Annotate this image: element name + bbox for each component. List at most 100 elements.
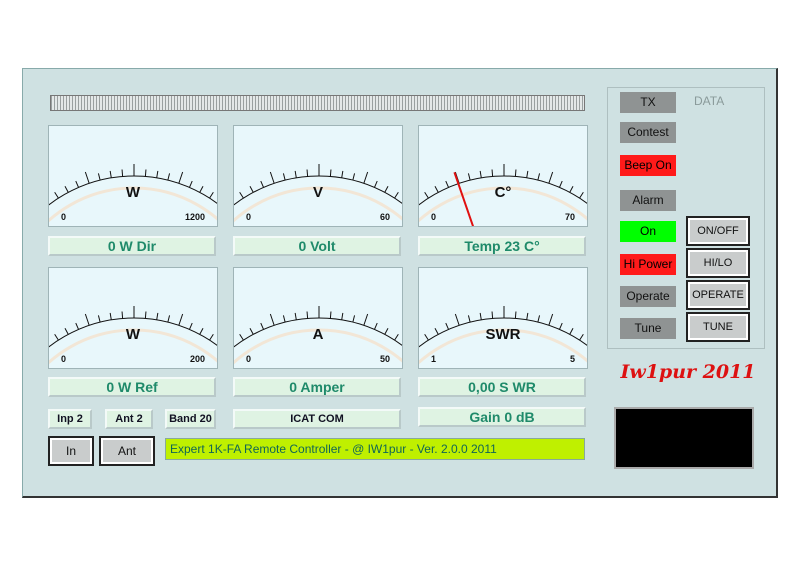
- dial-tick: [121, 311, 124, 319]
- meter-min: 0: [431, 212, 437, 222]
- meter-forward-power: W 0 1200: [48, 125, 218, 227]
- meter-max: 50: [379, 354, 390, 364]
- beep-on-indicator: Beep On: [620, 155, 676, 176]
- meter-min: 0: [61, 354, 67, 364]
- dial-tick: [84, 313, 90, 326]
- dial-tick: [144, 169, 147, 177]
- meter-dial: [234, 306, 402, 365]
- meter-max: 5: [569, 354, 575, 364]
- icat-com-label: ICAT COM: [233, 409, 401, 429]
- operate-indicator: Operate: [620, 286, 676, 307]
- meter-max: 60: [379, 212, 390, 222]
- meter-max: 70: [564, 212, 575, 222]
- meter-max: 200: [189, 354, 205, 364]
- meter-reflected-power: W 0 200: [48, 267, 218, 369]
- dial-tick: [491, 311, 494, 319]
- operate-button[interactable]: OPERATE: [686, 280, 750, 310]
- dial-tick: [306, 169, 309, 177]
- meter-dial: [419, 164, 587, 226]
- dial-tick: [467, 315, 471, 323]
- readout-forward-power: 0 W Dir: [48, 236, 216, 256]
- meter-unit: SWR: [485, 326, 521, 343]
- meter-unit: C°: [494, 184, 512, 201]
- control-panel: TX DATA Contest Beep On Alarm On Hi Powe…: [607, 87, 765, 349]
- meter-temperature: C° 0 70: [418, 125, 588, 227]
- meter-min: 0: [61, 212, 67, 222]
- meter-swr: SWR 1 5: [418, 267, 588, 369]
- brand-logo: Iw1pur 2011: [620, 361, 756, 383]
- dial-tick: [121, 169, 124, 177]
- hi-power-indicator: Hi Power: [620, 254, 676, 275]
- dial-tick: [167, 315, 171, 323]
- on-off-button[interactable]: ON/OFF: [686, 216, 750, 246]
- on-indicator: On: [620, 221, 676, 242]
- contest-indicator: Contest: [620, 122, 676, 143]
- gain-readout: Gain 0 dB: [418, 407, 586, 427]
- meter-dial: [419, 306, 587, 365]
- dial-tick: [454, 313, 460, 326]
- dial-tick: [352, 315, 356, 323]
- status-bar: Expert 1K-FA Remote Controller - @ IW1pu…: [165, 438, 585, 460]
- meter-dial: [234, 164, 402, 223]
- data-indicator: DATA: [694, 94, 725, 108]
- meter-voltage: V 0 60: [233, 125, 403, 227]
- dial-tick: [109, 170, 112, 178]
- meter-unit: W: [125, 326, 141, 343]
- readout-voltage: 0 Volt: [233, 236, 401, 256]
- input-label: Inp 2: [48, 409, 92, 429]
- dial-tick: [352, 173, 356, 181]
- dial-tick: [341, 170, 344, 178]
- dial-tick: [178, 313, 184, 326]
- dial-tick: [156, 170, 159, 178]
- meter-current: A 0 50: [233, 267, 403, 369]
- input-button[interactable]: In: [48, 436, 94, 466]
- meter-min: 1: [431, 354, 437, 364]
- readout-swr: 0,00 S WR: [418, 377, 586, 397]
- dial-tick: [491, 169, 494, 177]
- signal-bar: [50, 95, 585, 111]
- dial-tick: [294, 312, 297, 320]
- tx-indicator: TX: [620, 92, 676, 113]
- dial-tick: [363, 171, 369, 184]
- meter-unit: A: [312, 326, 324, 343]
- dial-tick: [526, 170, 529, 178]
- dial-tick: [178, 171, 184, 184]
- band-label: Band 20: [165, 409, 216, 429]
- dial-tick: [329, 169, 332, 177]
- dial-tick: [97, 315, 101, 323]
- dial-tick: [341, 312, 344, 320]
- dial-tick: [269, 313, 275, 326]
- dial-tick: [282, 173, 286, 181]
- dial-tick: [109, 312, 112, 320]
- dial-tick: [526, 312, 529, 320]
- dial-tick: [144, 311, 147, 319]
- antenna-button[interactable]: Ant: [99, 436, 155, 466]
- readout-temperature: Temp 23 C°: [418, 236, 586, 256]
- dial-tick: [537, 315, 541, 323]
- dial-tick: [329, 311, 332, 319]
- dial-tick: [467, 173, 471, 181]
- dial-tick: [84, 171, 90, 184]
- readout-reflected-power: 0 W Ref: [48, 377, 216, 397]
- dial-tick: [479, 170, 482, 178]
- alarm-indicator: Alarm: [620, 190, 676, 211]
- dial-tick: [537, 173, 541, 181]
- dial-tick: [514, 311, 517, 319]
- dial-tick: [514, 169, 517, 177]
- dial-tick: [282, 315, 286, 323]
- dial-tick: [167, 173, 171, 181]
- dial-tick: [548, 313, 554, 326]
- tune-button[interactable]: TUNE: [686, 312, 750, 342]
- dial-tick: [479, 312, 482, 320]
- dial-tick: [548, 171, 554, 184]
- antenna-label: Ant 2: [105, 409, 153, 429]
- meter-max: 1200: [184, 212, 205, 222]
- main-window: W 0 1200 V 0 60 C° 0 70 0 W Dir 0 Volt T…: [22, 68, 778, 498]
- hi-lo-button[interactable]: HI/LO: [686, 248, 750, 278]
- dial-tick: [156, 312, 159, 320]
- meter-unit: V: [312, 184, 323, 201]
- dial-tick: [269, 171, 275, 184]
- meter-min: 0: [246, 212, 252, 222]
- dial-tick: [294, 170, 297, 178]
- dial-tick: [306, 311, 309, 319]
